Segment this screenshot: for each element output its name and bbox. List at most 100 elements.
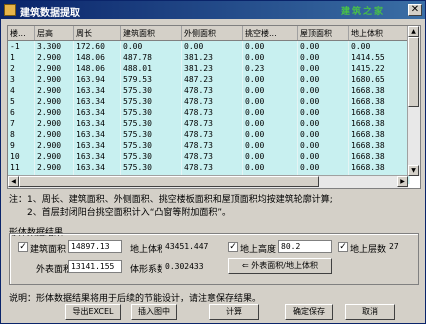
height-field[interactable]: 80.2 [278, 240, 332, 253]
data-grid[interactable]: 楼... 层高 周长 建筑面积 外侧面积 挑空楼... 屋顶面积 地上体积 -1 3.300 17… [7, 25, 421, 189]
table-cell[interactable]: 0.00 [242, 96, 298, 107]
table-cell[interactable]: 575.30 [120, 151, 182, 162]
table-cell[interactable]: 0.00 [297, 129, 349, 140]
confirm-save-button[interactable]: 确定保存 [285, 304, 333, 320]
table-cell[interactable]: 0.00 [297, 52, 349, 63]
table-cell[interactable]: 0.00 [297, 40, 349, 52]
table-row[interactable]: 7 2.900 163.34 575.30 478.73 0.00 0.00 1668.38 [8, 118, 410, 129]
cancel-button[interactable]: 取消 [345, 304, 395, 320]
table-cell[interactable]: 11 [8, 162, 35, 173]
table-cell[interactable]: 0.00 [297, 85, 349, 96]
table-cell[interactable]: 2.900 [34, 52, 74, 63]
table-cell[interactable]: 0.00 [242, 118, 298, 129]
table-cell[interactable]: 2 [8, 63, 35, 74]
column-header[interactable]: 挑空楼... [242, 26, 298, 41]
table-cell[interactable]: 1668.38 [348, 107, 410, 118]
table-cell[interactable]: 575.30 [120, 118, 182, 129]
table-cell[interactable]: 0.00 [297, 96, 349, 107]
column-header[interactable]: 楼... [8, 26, 35, 41]
table-cell[interactable]: 478.73 [181, 96, 243, 107]
table-row[interactable]: 2 2.900 148.06 488.01 381.23 0.23 0.00 1415.22 [8, 63, 410, 74]
vertical-scroll-thumb[interactable] [408, 37, 419, 107]
table-row[interactable]: 3 2.900 163.94 579.53 487.23 0.00 0.00 1680.65 [8, 74, 410, 85]
column-header[interactable]: 外侧面积 [181, 26, 243, 41]
table-cell[interactable]: 2.900 [34, 74, 74, 85]
table-cell[interactable]: 2.900 [34, 162, 74, 173]
table-cell[interactable]: 148.06 [73, 52, 121, 63]
horizontal-scrollbar[interactable]: ◀ ▶ [8, 175, 408, 188]
table-cell[interactable]: 2.900 [34, 129, 74, 140]
table-cell[interactable]: 478.73 [181, 107, 243, 118]
table-cell[interactable]: 2.900 [34, 118, 74, 129]
table-cell[interactable]: 1668.38 [348, 85, 410, 96]
table-cell[interactable]: 0.00 [297, 63, 349, 74]
table-row[interactable]: 5 2.900 163.34 575.30 478.73 0.00 0.00 1668.38 [8, 96, 410, 107]
table-cell[interactable]: 1414.55 [348, 52, 410, 63]
table-row[interactable]: 8 2.900 163.34 575.30 478.73 0.00 0.00 1668.38 [8, 129, 410, 140]
table-cell[interactable]: 0.00 [348, 40, 410, 52]
table-cell[interactable]: 1668.38 [348, 118, 410, 129]
table-cell[interactable]: 0.00 [242, 129, 298, 140]
table-cell[interactable]: 0.00 [120, 40, 182, 52]
table-cell[interactable]: 2.900 [34, 96, 74, 107]
table-row[interactable]: -1 3.300 172.60 0.00 0.00 0.00 0.00 0.00 [8, 40, 410, 52]
table-cell[interactable]: 163.34 [73, 129, 121, 140]
table-cell[interactable]: 1668.38 [348, 96, 410, 107]
table-row[interactable]: 6 2.900 163.34 575.30 478.73 0.00 0.00 1668.38 [8, 107, 410, 118]
table-cell[interactable]: 0.00 [242, 74, 298, 85]
table-cell[interactable]: 5 [8, 96, 35, 107]
table-cell[interactable]: 575.30 [120, 162, 182, 173]
vertical-scrollbar[interactable]: ▲ ▼ [407, 26, 420, 176]
table-cell[interactable]: 10 [8, 151, 35, 162]
table-cell[interactable]: 478.73 [181, 140, 243, 151]
table-cell[interactable]: 0.00 [242, 162, 298, 173]
table-cell[interactable]: 0.00 [181, 40, 243, 52]
table-cell[interactable]: 478.73 [181, 129, 243, 140]
table-cell[interactable]: 478.73 [181, 162, 243, 173]
table-cell[interactable]: 478.73 [181, 118, 243, 129]
column-header[interactable]: 地上体积 [348, 26, 410, 41]
table-cell[interactable]: 0.00 [242, 151, 298, 162]
table-cell[interactable]: 2.900 [34, 63, 74, 74]
table-cell[interactable]: 2.900 [34, 85, 74, 96]
table-cell[interactable]: 478.73 [181, 151, 243, 162]
table-cell[interactable]: 0.00 [242, 52, 298, 63]
table-cell[interactable]: 0.00 [242, 40, 298, 52]
table-cell[interactable]: 3.300 [34, 40, 74, 52]
scroll-up-icon[interactable]: ▲ [408, 26, 419, 37]
column-header[interactable]: 建筑面积 [120, 26, 182, 41]
table-cell[interactable]: 1 [8, 52, 35, 63]
table-cell[interactable]: 163.34 [73, 96, 121, 107]
table-cell[interactable]: 478.73 [181, 85, 243, 96]
close-button[interactable]: ✕ [408, 4, 422, 16]
floors-checkbox[interactable]: ✓ [338, 242, 348, 252]
scroll-down-icon[interactable]: ▼ [408, 165, 419, 176]
column-header[interactable]: 屋顶面积 [297, 26, 349, 41]
table-cell[interactable]: 0.00 [242, 140, 298, 151]
calculate-button[interactable]: 计算 [209, 304, 259, 320]
outer-area-volume-button[interactable]: ⇐ 外表面积/地上体积 [228, 258, 332, 274]
table-cell[interactable]: 575.30 [120, 140, 182, 151]
table-cell[interactable]: 0.00 [242, 85, 298, 96]
table-cell[interactable]: 2.900 [34, 140, 74, 151]
table-cell[interactable]: -1 [8, 40, 35, 52]
building-area-checkbox[interactable]: ✓ [18, 242, 28, 252]
table-row[interactable]: 1 2.900 148.06 487.78 381.23 0.00 0.00 1414.55 [8, 52, 410, 63]
table-cell[interactable]: 6 [8, 107, 35, 118]
table-cell[interactable]: 0.00 [297, 74, 349, 85]
table-cell[interactable]: 1668.38 [348, 162, 410, 173]
table-cell[interactable]: 163.94 [73, 74, 121, 85]
height-checkbox[interactable]: ✓ [228, 242, 238, 252]
table-cell[interactable]: 0.23 [242, 63, 298, 74]
outer-area-field[interactable]: 13141.155 [68, 260, 122, 273]
table-cell[interactable]: 1415.22 [348, 63, 410, 74]
table-cell[interactable]: 0.00 [297, 140, 349, 151]
scroll-right-icon[interactable]: ▶ [397, 176, 408, 187]
column-header[interactable]: 周长 [73, 26, 121, 41]
table-cell[interactable]: 163.34 [73, 118, 121, 129]
table-cell[interactable]: 163.34 [73, 140, 121, 151]
table-cell[interactable]: 2.900 [34, 151, 74, 162]
table-cell[interactable]: 0.00 [297, 118, 349, 129]
table-cell[interactable]: 2.900 [34, 107, 74, 118]
building-area-field[interactable]: 14897.13 [68, 240, 122, 253]
